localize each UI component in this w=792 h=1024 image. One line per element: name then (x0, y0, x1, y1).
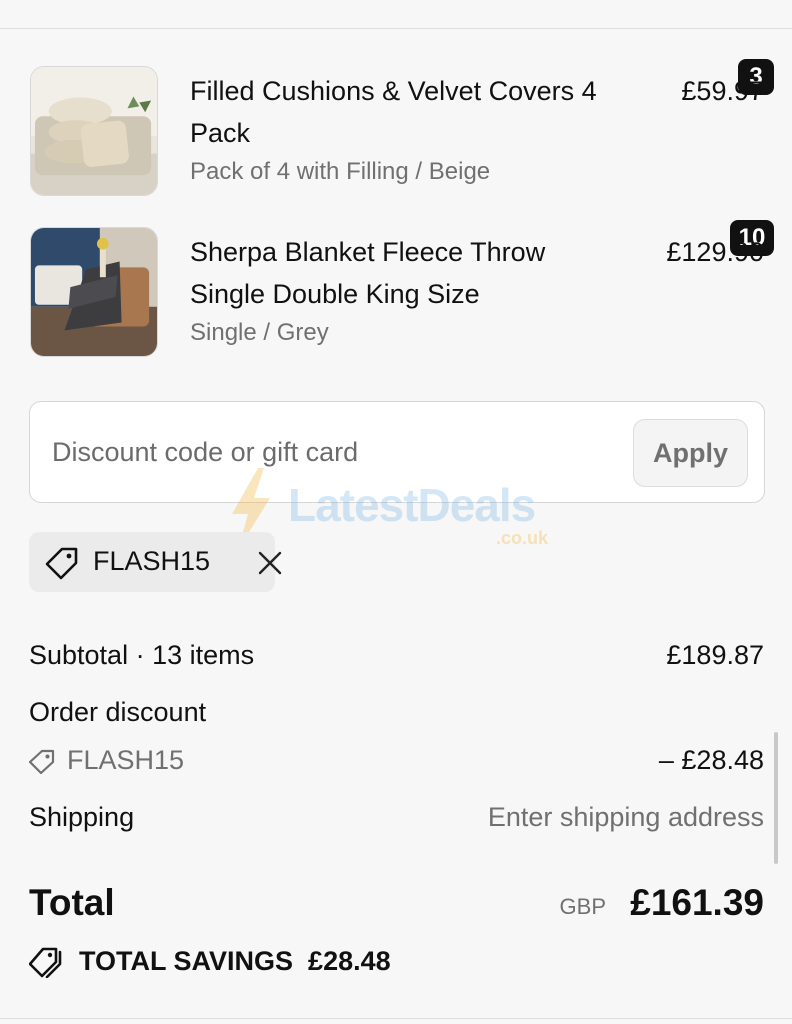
subtotal-value: £189.87 (666, 640, 764, 670)
total-value: £161.39 (630, 882, 764, 923)
applied-discount-chip: FLASH15 (29, 532, 282, 592)
top-divider (0, 28, 792, 29)
scrollbar[interactable] (774, 732, 778, 864)
watermark-text: LatestDeals (288, 479, 536, 531)
item-price: £129.90 (666, 237, 764, 267)
order-discount-label: Order discount (29, 697, 207, 727)
subtotal-label: Subtotal · 13 items (29, 640, 255, 670)
item-price: £59.97 (681, 76, 764, 106)
order-discount-row: Order discount (29, 697, 764, 728)
item-variant: Pack of 4 with Filling / Beige (190, 158, 491, 185)
close-icon[interactable] (257, 550, 283, 576)
item-title: Sherpa Blanket Fleece Throw Single Doubl… (190, 237, 546, 309)
item-title: Filled Cushions & Velvet Covers 4 Pack (190, 76, 597, 148)
currency-code: GBP (559, 894, 606, 919)
subtotal-row: Subtotal · 13 items £189.87 (29, 640, 764, 671)
line-item: 10 Sherpa Blanket Fleece Throw Single Do… (30, 218, 776, 357)
total-label: Total (29, 882, 115, 923)
tag-icon (29, 749, 55, 775)
applied-code: FLASH15 (93, 546, 211, 576)
discount-code-label: FLASH15 (67, 745, 185, 775)
shipping-value: Enter shipping address (487, 802, 764, 832)
grey-throw-chair-image (30, 227, 158, 357)
shipping-label: Shipping (29, 802, 135, 832)
item-variant: Single / Grey (190, 319, 329, 346)
total-savings: TOTAL SAVINGS £28.48 (29, 944, 529, 980)
watermark: LatestDeals .co.uk (224, 466, 574, 556)
bottom-divider (0, 1018, 792, 1019)
discount-value: – £28.48 (658, 745, 764, 775)
apply-button[interactable]: Apply (633, 419, 748, 487)
total-row: Total GBP £161.39 (29, 880, 764, 928)
total-savings-text: TOTAL SAVINGS £28.48 (79, 946, 391, 977)
tags-icon (29, 947, 62, 978)
total-savings-value: £28.48 (308, 946, 391, 976)
total-savings-label: TOTAL SAVINGS (79, 946, 294, 976)
watermark-subtext: .co.uk (496, 528, 549, 548)
tag-icon (45, 547, 78, 580)
beige-cushions-image (30, 66, 158, 196)
shipping-row: Shipping Enter shipping address (29, 802, 764, 833)
line-item: 3 Filled Cushions & Velvet Covers 4 Pack… (30, 57, 776, 196)
